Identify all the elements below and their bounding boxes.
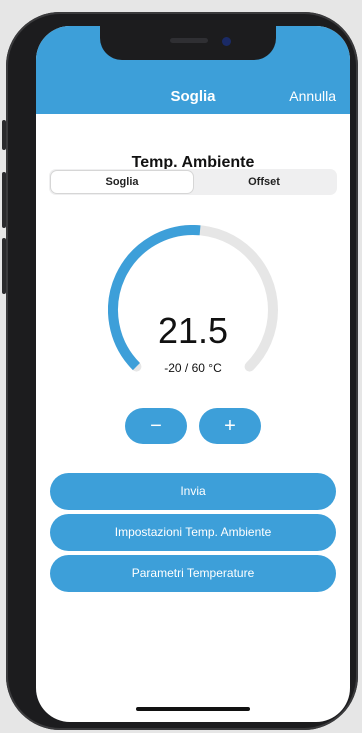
app-screen: Soglia Annulla Temp. Ambiente Soglia Off… xyxy=(36,26,350,722)
segment-soglia[interactable]: Soglia xyxy=(51,171,193,193)
camera-icon xyxy=(222,37,231,46)
speaker-grille xyxy=(170,38,208,43)
temperature-gauge[interactable] xyxy=(108,225,278,375)
send-button[interactable]: Invia xyxy=(50,473,336,510)
segment-offset[interactable]: Offset xyxy=(193,171,335,193)
temperature-range: -20 / 60 °C xyxy=(164,361,222,375)
temperature-value: 21.5 xyxy=(157,310,229,351)
volume-down-button xyxy=(2,238,6,294)
temperature-params-button[interactable]: Parametri Temperature xyxy=(50,555,336,592)
ambient-settings-button[interactable]: Impostazioni Temp. Ambiente xyxy=(50,514,336,551)
home-indicator xyxy=(136,707,250,711)
segmented-control: Soglia Offset xyxy=(49,169,337,195)
notch xyxy=(100,26,276,60)
decrease-button[interactable]: − xyxy=(125,408,187,444)
increase-button[interactable]: + xyxy=(199,408,261,444)
cancel-button[interactable]: Annulla xyxy=(289,88,336,104)
volume-up-button xyxy=(2,172,6,228)
mute-switch xyxy=(2,120,6,150)
